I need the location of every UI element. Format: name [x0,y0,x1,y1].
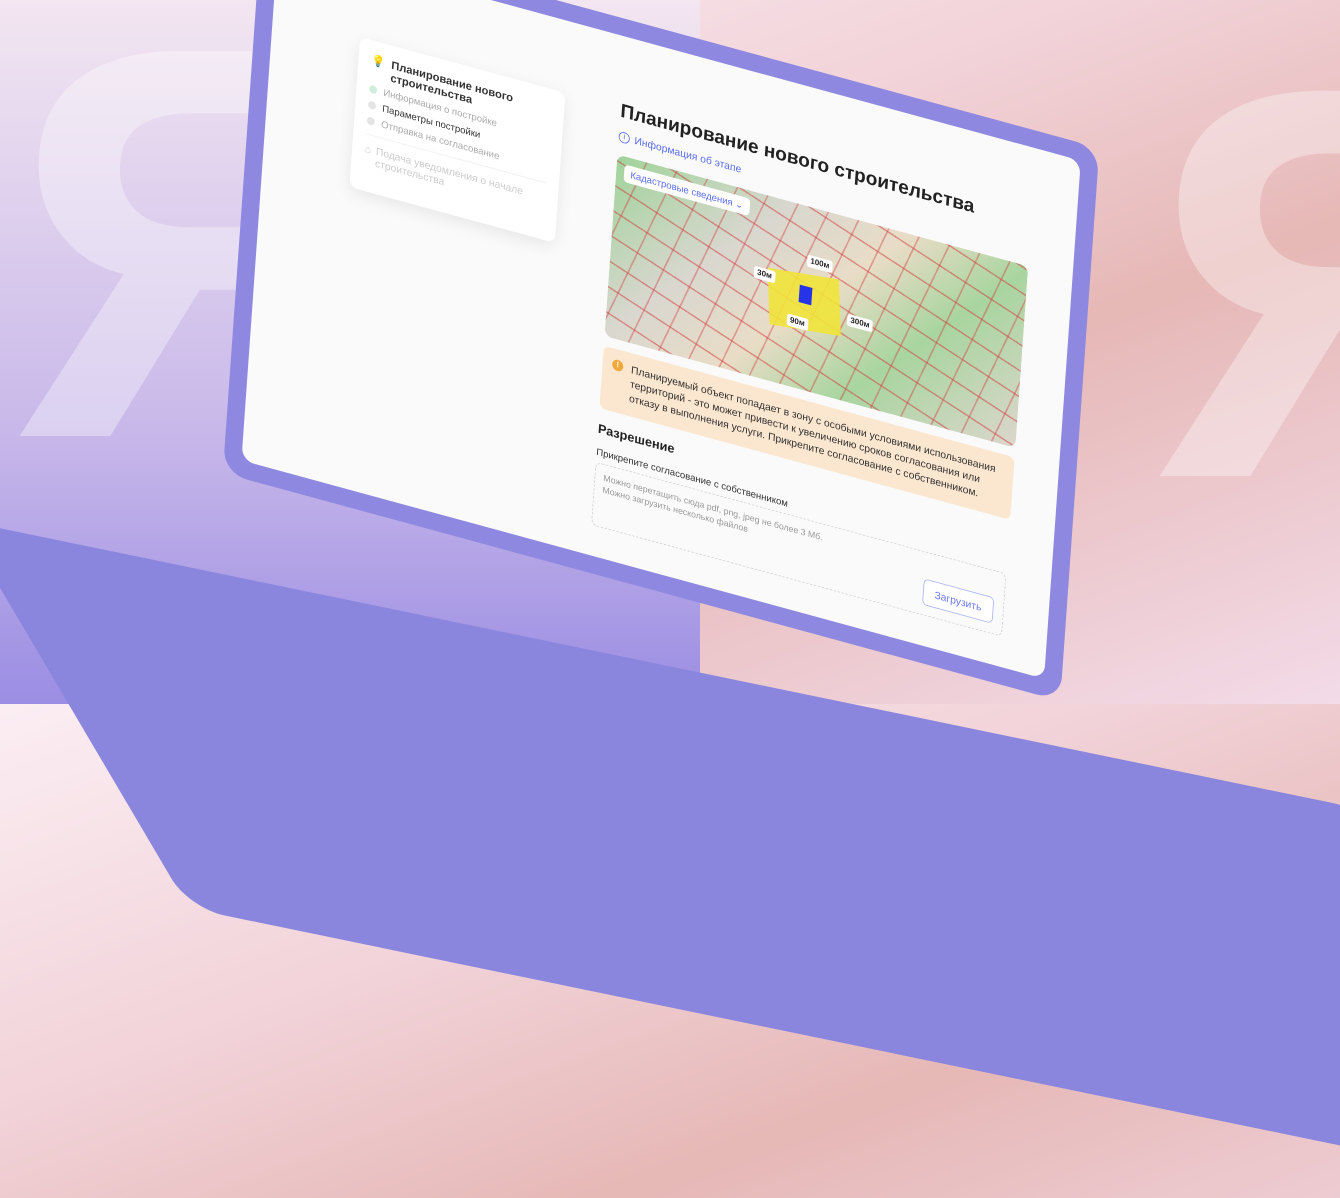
distance-label: 100м [806,254,833,274]
chevron-down-icon: ⌄ [734,197,744,212]
check-icon [368,84,378,95]
stage-notification: ⌂ Подача уведомления о начале строительст… [364,142,524,198]
step-dot-icon [366,116,376,127]
bulb-icon: 💡 [370,52,386,70]
stepper-card: 💡 Планирование нового строительства Инфор… [349,36,566,243]
step-dot-icon [367,100,377,111]
warning-icon: ! [611,358,624,373]
main-content: Планирование нового строительства i Инфор… [591,100,1032,637]
background-letter: Я [1150,0,1340,604]
info-icon: i [618,130,631,145]
distance-label: 300м [846,313,874,333]
house-icon: ⌂ [364,142,372,156]
planned-object [798,284,813,306]
